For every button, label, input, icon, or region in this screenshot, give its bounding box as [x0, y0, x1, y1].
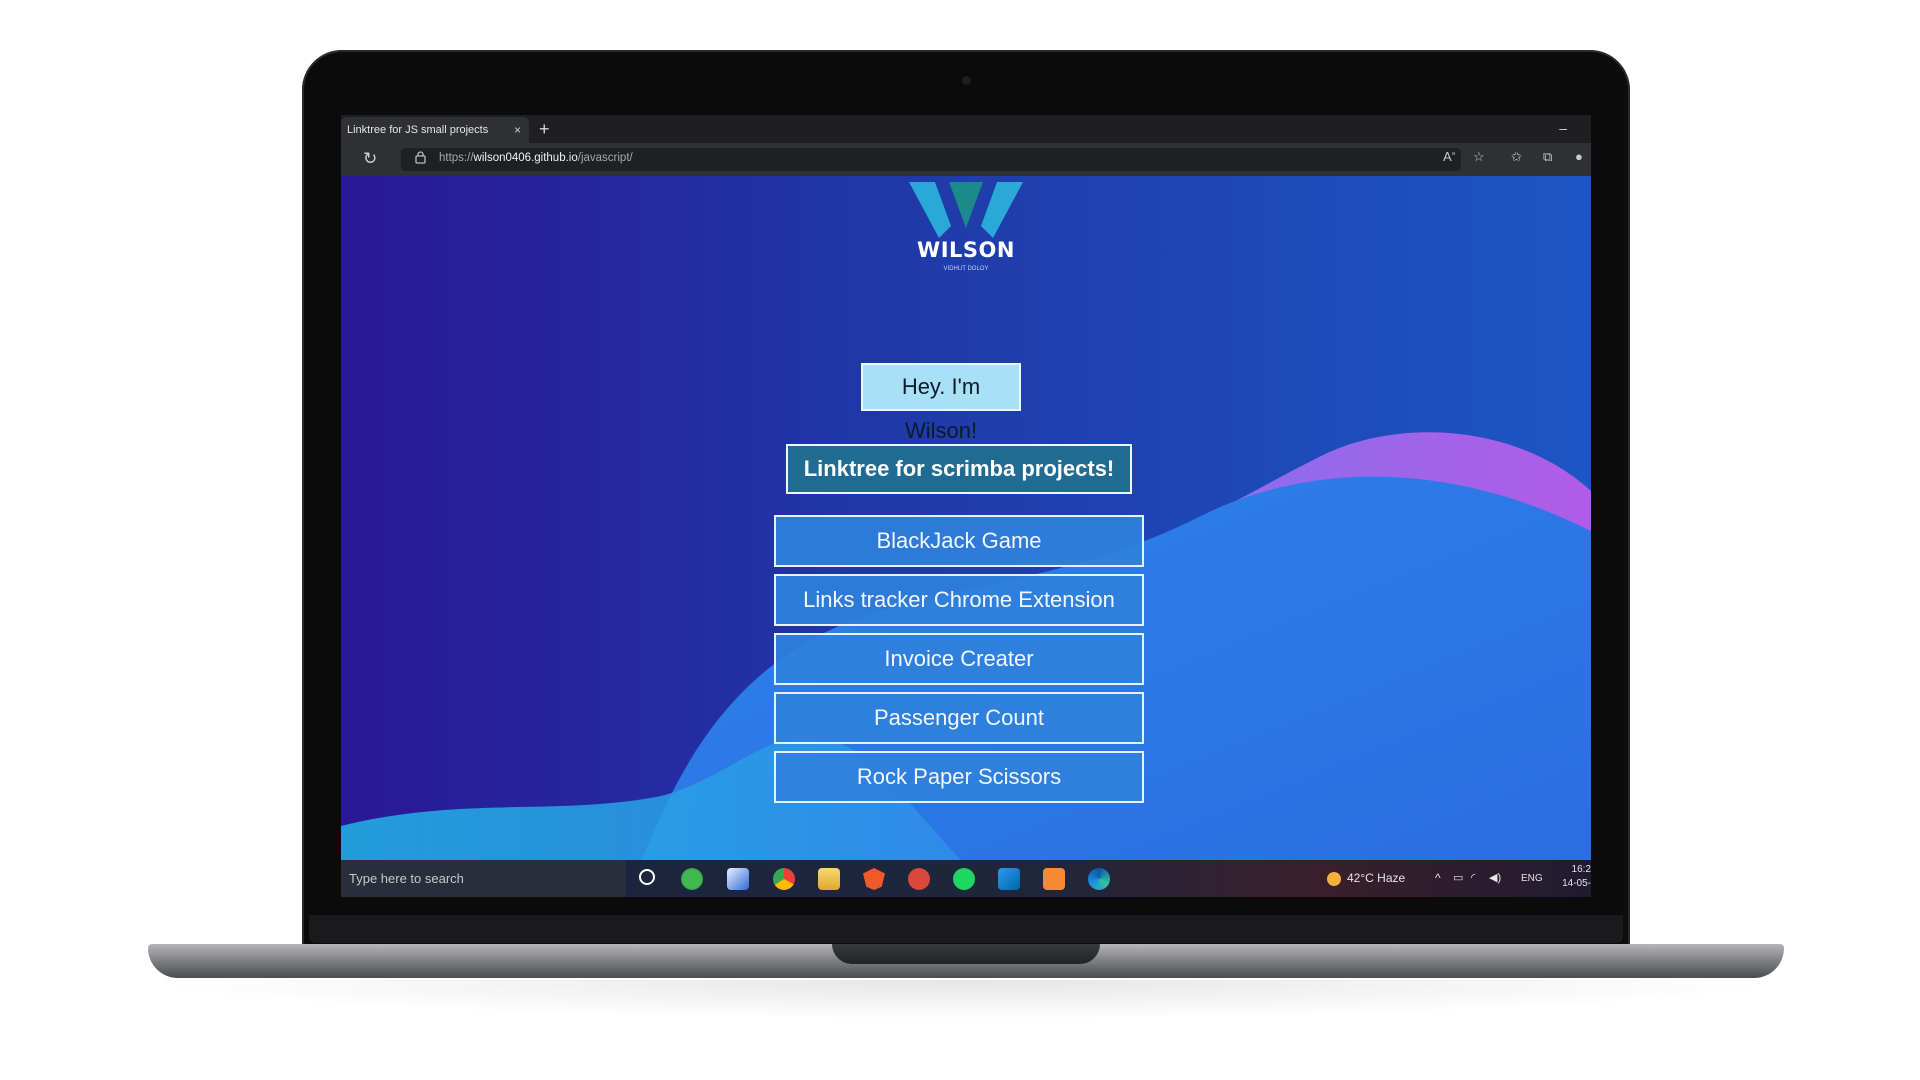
tray-volume-icon[interactable]: ◀) — [1489, 860, 1501, 897]
file-explorer-icon[interactable] — [818, 868, 840, 890]
browser-tab-bar: Linktree for JS small projects × + – — [341, 115, 1591, 143]
clock-time: 16:2 — [1571, 864, 1591, 875]
page-heading: Linktree for scrimba projects! — [786, 444, 1132, 494]
link-blackjack-game[interactable]: BlackJack Game — [774, 515, 1144, 567]
logo-text: WILSON — [917, 238, 1015, 262]
link-invoice-creater[interactable]: Invoice Creater — [774, 633, 1144, 685]
add-favorite-icon[interactable]: ☆ — [1473, 149, 1485, 165]
tray-chevron-icon[interactable]: ^ — [1435, 860, 1441, 897]
whatsapp-icon[interactable] — [681, 868, 703, 890]
file-app-icon[interactable] — [727, 868, 749, 890]
w-logo-icon — [909, 182, 1023, 238]
sun-haze-icon — [1327, 871, 1341, 886]
windows-taskbar: Type here to search 42°C Haze ^ ▭ ◜ ◀) E… — [341, 860, 1591, 897]
language-indicator[interactable]: ENG — [1521, 860, 1543, 897]
ppt-icon[interactable] — [908, 868, 930, 890]
taskbar-search-input[interactable]: Type here to search — [341, 860, 626, 897]
spotify-icon[interactable] — [953, 868, 975, 890]
logo-subtitle: VIDHUT DOLOY — [943, 266, 989, 272]
url-text: https://wilson0406.github.io/javascript/ — [439, 152, 633, 164]
lock-icon — [415, 151, 426, 167]
weather-widget[interactable]: 42°C Haze — [1327, 860, 1405, 897]
wilson-logo: WILSON VIDHUT DOLOY — [891, 182, 1041, 282]
laptop-bezel-bottom — [309, 915, 1623, 943]
address-bar: ↻ https://wilson0406.github.io/javascrip… — [341, 143, 1591, 176]
profile-icon[interactable]: ● — [1575, 149, 1583, 164]
close-tab-icon[interactable]: × — [514, 117, 521, 143]
link-passenger-count[interactable]: Passenger Count — [774, 692, 1144, 744]
vscode-icon[interactable] — [998, 868, 1020, 890]
edge-icon[interactable] — [1088, 868, 1110, 890]
webcam — [962, 76, 971, 85]
weather-text: 42°C Haze — [1347, 871, 1406, 885]
chrome-icon[interactable] — [773, 868, 795, 890]
url-path: /javascript/ — [577, 152, 633, 164]
taskbar-clock[interactable]: 16:2 14-05- — [1553, 863, 1591, 891]
reload-icon[interactable]: ↻ — [363, 149, 377, 169]
read-aloud-icon[interactable]: A» — [1443, 149, 1456, 164]
greeting-badge: Hey. I'm Wilson! — [861, 363, 1021, 443]
clock-date: 14-05- — [1562, 878, 1591, 889]
laptop-notch — [832, 944, 1100, 964]
page-content: WILSON VIDHUT DOLOY Hey. I'm Wilson! Lin… — [341, 176, 1591, 860]
url-field[interactable]: https://wilson0406.github.io/javascript/ — [401, 148, 1461, 171]
link-rock-paper-scissors[interactable]: Rock Paper Scissors — [774, 751, 1144, 803]
address-bar-icons: A» ☆ ✩ ⧉ ● — [1431, 149, 1591, 171]
screen: Linktree for JS small projects × + – ↻ h… — [341, 115, 1591, 897]
browser-tab[interactable]: Linktree for JS small projects × — [341, 117, 529, 143]
tray-battery-icon[interactable]: ▭ — [1453, 860, 1463, 897]
xampp-icon[interactable] — [1043, 868, 1065, 890]
brave-icon[interactable] — [863, 868, 885, 890]
favorites-icon[interactable]: ✩ — [1511, 149, 1522, 165]
minimize-icon[interactable]: – — [1559, 115, 1567, 141]
tray-wifi-icon[interactable]: ◜ — [1471, 860, 1475, 897]
new-tab-icon[interactable]: + — [539, 116, 550, 142]
cortana-icon[interactable] — [639, 869, 655, 885]
laptop-shadow — [140, 980, 1790, 1020]
collections-icon[interactable]: ⧉ — [1543, 149, 1552, 165]
tab-title: Linktree for JS small projects — [347, 124, 489, 136]
link-chrome-extension[interactable]: Links tracker Chrome Extension — [774, 574, 1144, 626]
url-host: wilson0406.github.io — [473, 152, 578, 164]
url-prefix: https:// — [439, 152, 474, 164]
